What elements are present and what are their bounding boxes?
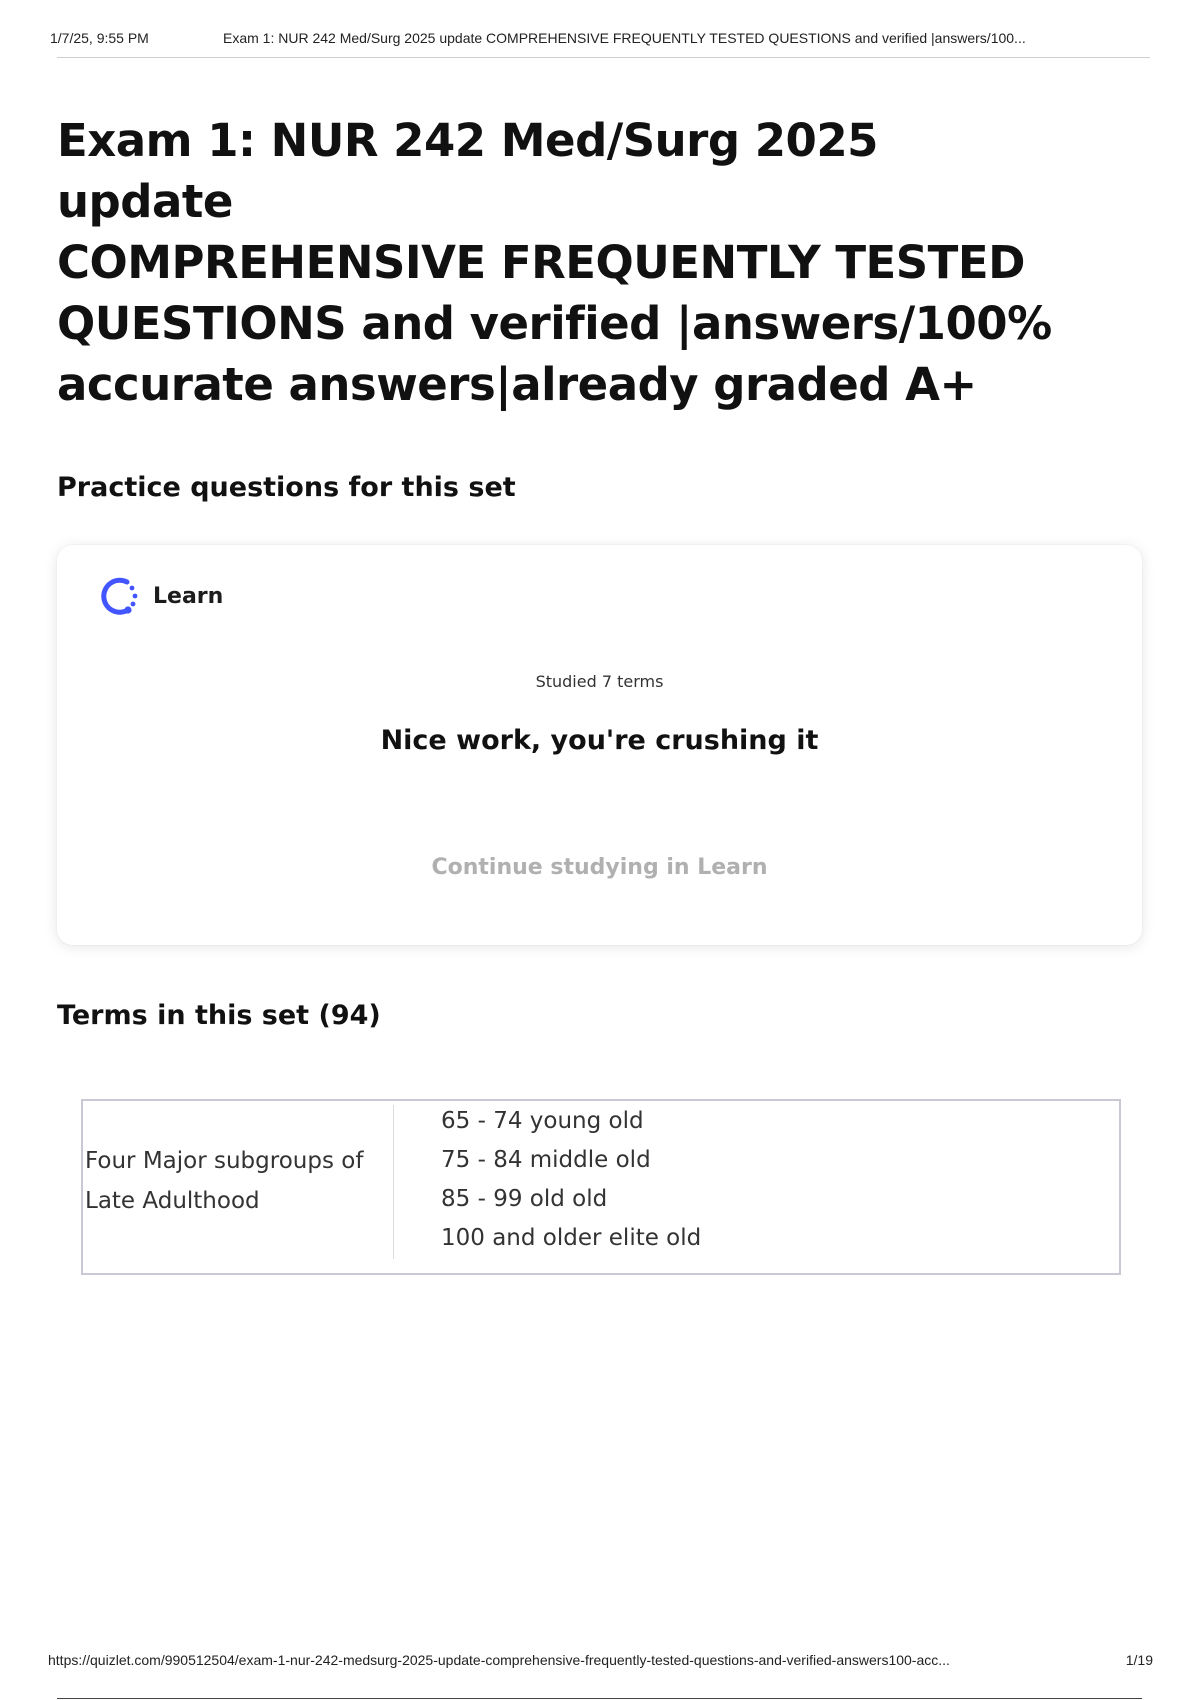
learn-card-header: Learn [97, 575, 223, 617]
definition-line: 75 - 84 middle old [441, 1147, 651, 1173]
learn-progress-icon [101, 577, 138, 615]
page-title-line: accurate answers|already graded A+ [57, 358, 977, 411]
page-title-line: QUESTIONS and verified |answers/100% [57, 297, 1052, 350]
page-number: 1/19 [1125, 1652, 1153, 1668]
page-title-line: COMPREHENSIVE FREQUENTLY TESTED [57, 236, 1025, 289]
print-datetime: 1/7/25, 9:55 PM [50, 30, 149, 46]
page-url[interactable]: https://quizlet.com/990512504/exam-1-nur… [48, 1652, 950, 1668]
studied-count: Studied 7 terms [535, 672, 664, 691]
definition-line: 65 - 74 young old [441, 1108, 644, 1134]
term-definition-divider [393, 1105, 394, 1259]
continue-learn-button[interactable]: Continue studying in Learn [431, 855, 767, 880]
progress-message: Nice work, you're crushing it [380, 725, 819, 756]
page-title: Exam 1: NUR 242 Med/Surg 2025 update COM… [57, 110, 1057, 415]
definition-line: 100 and older elite old [441, 1225, 702, 1251]
terms-heading: Terms in this set (94) [57, 1000, 381, 1031]
term-line: Four Major subgroups of [85, 1148, 364, 1174]
definition-cell: 65 - 74 young old 75 - 84 middle old 85 … [441, 1102, 701, 1258]
learn-card: Learn Studied 7 terms Nice work, you're … [57, 545, 1142, 945]
term-row: Four Major subgroups of Late Adulthood 6… [81, 1099, 1121, 1275]
page-title-line: Exam 1: NUR 242 Med/Surg 2025 update [57, 114, 879, 228]
practice-questions-heading: Practice questions for this set [57, 472, 516, 503]
learn-label: Learn [153, 583, 224, 609]
header-rule [57, 57, 1150, 58]
term-line: Late Adulthood [85, 1188, 260, 1214]
term-cell: Four Major subgroups of Late Adulthood [83, 1141, 393, 1221]
footer-rule [57, 1698, 1142, 1699]
definition-line: 85 - 99 old old [441, 1186, 608, 1212]
print-doc-title: Exam 1: NUR 242 Med/Surg 2025 update COM… [223, 30, 1026, 46]
print-header: 1/7/25, 9:55 PM Exam 1: NUR 242 Med/Surg… [50, 30, 1150, 58]
